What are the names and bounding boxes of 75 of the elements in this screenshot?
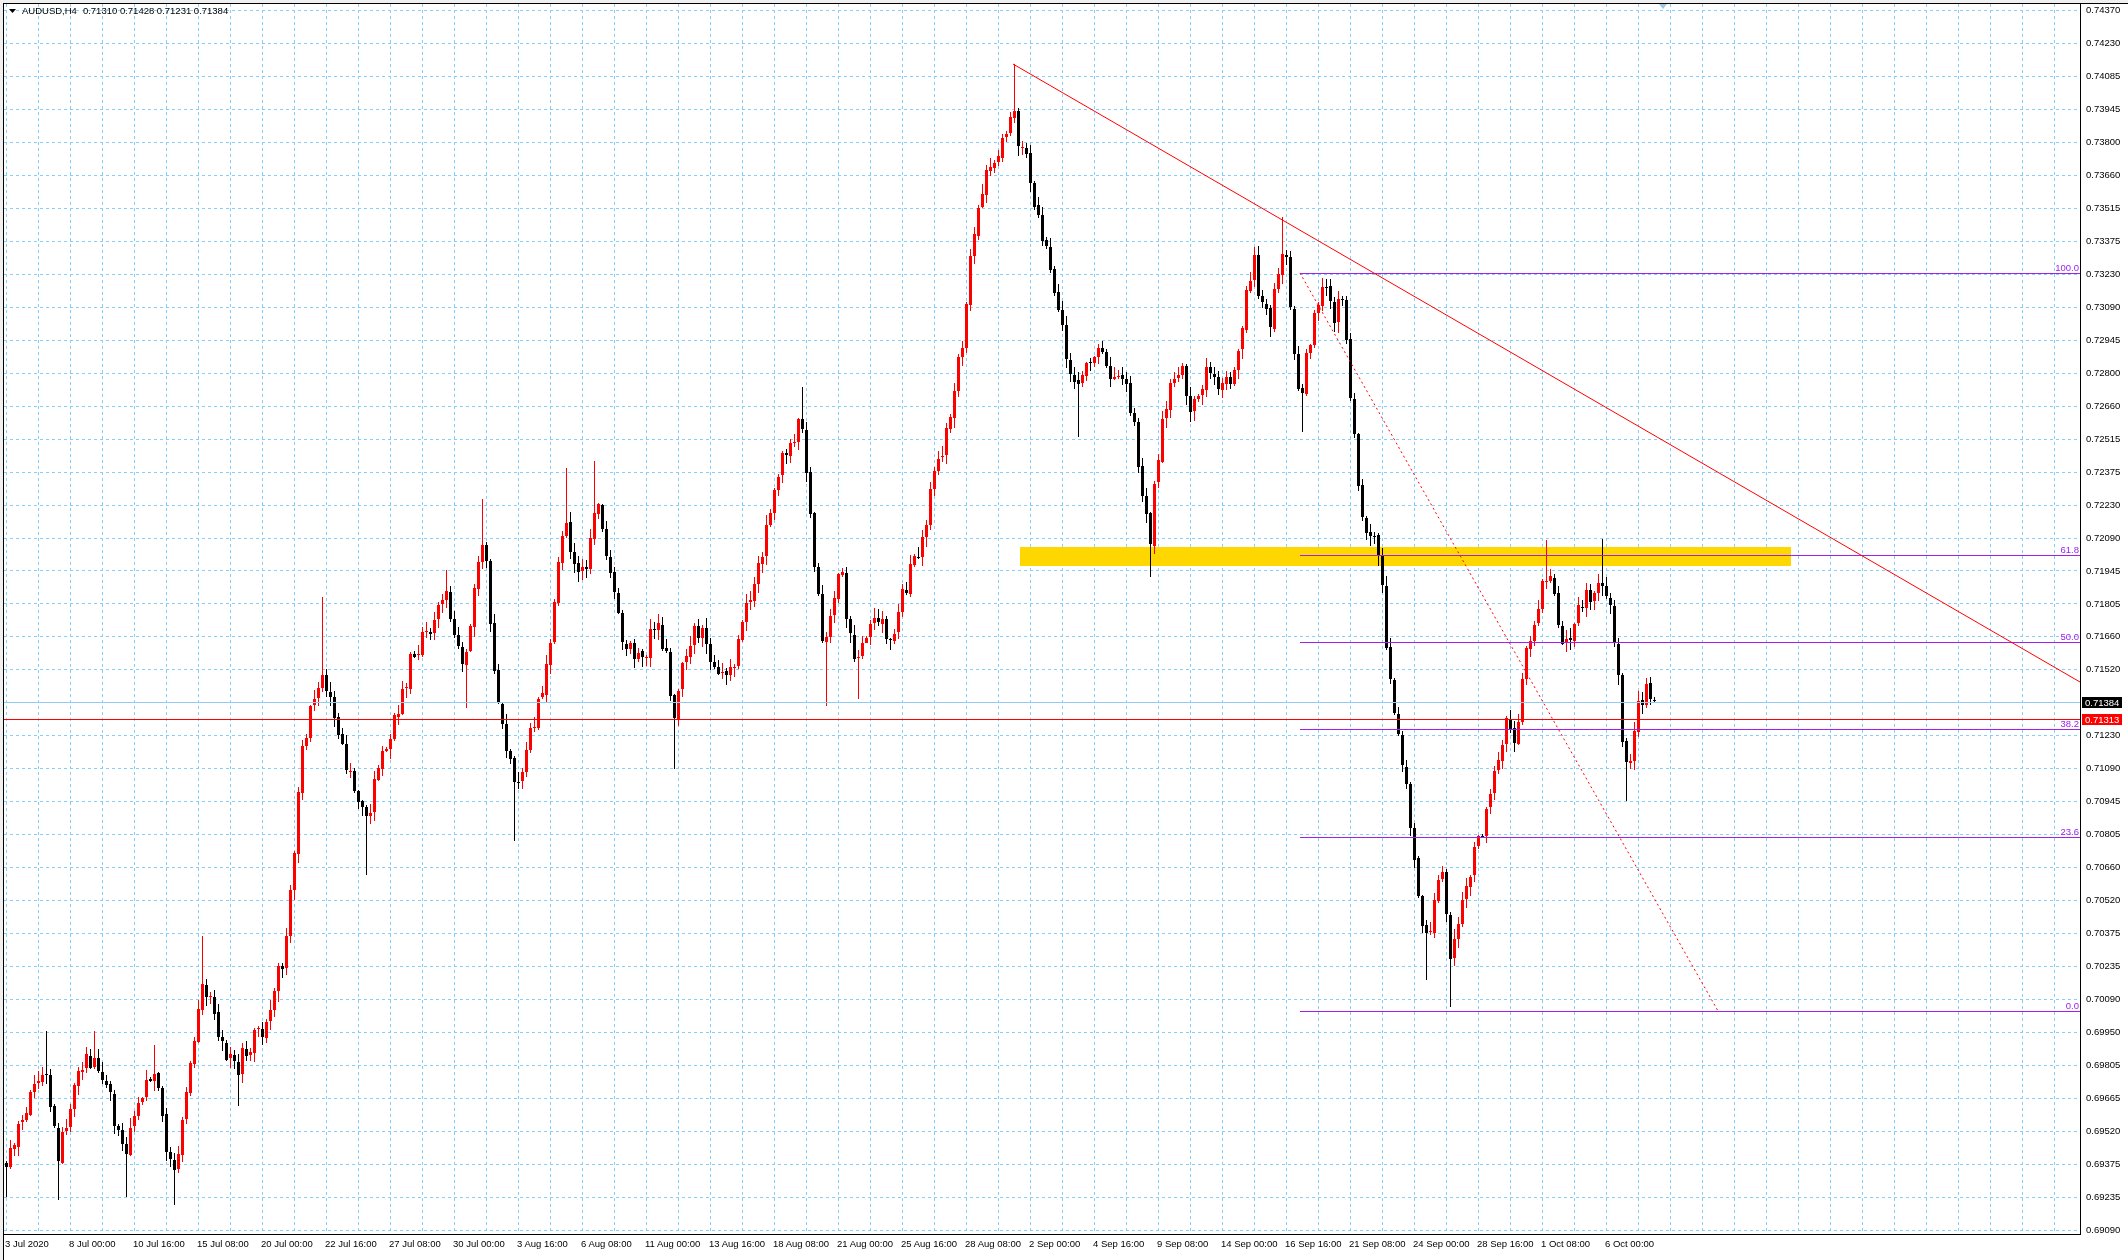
price-axis-label: 0.73230 (2086, 267, 2121, 280)
price-axis-label: 0.69235 (2086, 1190, 2121, 1203)
price-axis-label: 0.74370 (2086, 4, 2121, 16)
time-axis-label: 20 Jul 00:00 (261, 1238, 313, 1250)
price-axis-label: 0.73375 (2086, 234, 2121, 247)
price-axis-label: 0.70520 (2086, 894, 2121, 907)
time-axis-label: 9 Sep 08:00 (1157, 1238, 1209, 1250)
price-axis-label: 0.73515 (2086, 201, 2121, 214)
fibonacci-level-label: 0.0 (2065, 1000, 2079, 1011)
time-axis-label: 1 Oct 08:00 (1541, 1238, 1591, 1250)
price-axis-label: 0.70090 (2086, 993, 2121, 1006)
time-axis-label: 30 Jul 00:00 (453, 1238, 505, 1250)
price-axis-label: 0.69805 (2086, 1059, 2121, 1071)
time-axis-label: 3 Aug 16:00 (517, 1238, 568, 1250)
time-axis-label: 28 Sep 16:00 (1477, 1238, 1534, 1250)
price-axis-label: 0.69950 (2086, 1026, 2121, 1039)
fibonacci-level-label: 100.0 (2055, 262, 2079, 273)
time-axis-label: 10 Jul 16:00 (133, 1238, 185, 1250)
ohlc-values: 0.71310 0.71428 0.71231 0.71384 (82, 5, 229, 16)
caret-icon[interactable] (9, 8, 16, 13)
price-axis-label: 0.69375 (2086, 1158, 2121, 1170)
time-axis-label: 11 Aug 00:00 (645, 1238, 701, 1250)
price-axis-label: 0.72375 (2086, 465, 2121, 478)
price-axis-label: 0.72090 (2086, 531, 2121, 544)
fibonacci-level-label: 50.0 (2060, 631, 2079, 642)
time-axis-label: 13 Aug 16:00 (709, 1238, 765, 1250)
price-axis-label: 0.71090 (2086, 762, 2121, 775)
time-axis-label: 28 Aug 08:00 (965, 1238, 1021, 1250)
chart-shift-marker-icon[interactable] (1659, 4, 1667, 9)
time-axis-label: 3 Jul 2020 (5, 1238, 49, 1250)
time-axis-label: 8 Jul 00:00 (69, 1238, 116, 1250)
time-axis-label: 25 Aug 16:00 (901, 1238, 957, 1250)
price-axis-label: 0.69090 (2086, 1223, 2121, 1236)
price-axis-label: 0.73945 (2086, 102, 2121, 115)
price-axis-label: 0.70375 (2086, 927, 2121, 940)
price-axis-label: 0.73090 (2086, 300, 2121, 313)
fibonacci-level-label: 23.6 (2060, 826, 2079, 837)
symbol-label: AUDUSD,H4 (22, 5, 77, 16)
time-axis-label: 6 Oct 00:00 (1605, 1238, 1655, 1250)
price-axis-label: 0.72945 (2086, 333, 2121, 346)
price-axis-label: 0.70235 (2086, 960, 2121, 973)
time-axis-label: 2 Sep 00:00 (1029, 1238, 1081, 1250)
price-axis-label: 0.71945 (2086, 564, 2121, 577)
price-axis-label: 0.73800 (2086, 135, 2121, 148)
price-axis-label: 0.70945 (2086, 795, 2121, 808)
price-axis-label: 0.72660 (2086, 399, 2121, 412)
price-axis-label: 0.71805 (2086, 597, 2121, 610)
price-axis-label: 0.71660 (2086, 630, 2121, 643)
price-axis-label: 0.74085 (2086, 69, 2121, 82)
price-axis-label: 0.72515 (2086, 432, 2121, 445)
fibonacci-level-label: 38.2 (2060, 718, 2079, 729)
time-axis-label: 27 Jul 08:00 (389, 1238, 441, 1250)
bid-price-tag: 0.71384 (2082, 697, 2123, 709)
price-axis-label: 0.73660 (2086, 168, 2121, 181)
price-axis-label: 0.70805 (2086, 828, 2121, 841)
time-axis-label: 6 Aug 08:00 (581, 1238, 632, 1250)
price-axis-label: 0.72800 (2086, 366, 2121, 379)
time-axis-label: 4 Sep 16:00 (1093, 1238, 1145, 1250)
price-axis-label: 0.71520 (2086, 663, 2121, 676)
price-axis-label: 0.70660 (2086, 861, 2121, 874)
price-axis-label: 0.72230 (2086, 498, 2121, 511)
time-axis-label: 18 Aug 08:00 (773, 1238, 829, 1250)
fibonacci-level-label: 61.8 (2060, 544, 2079, 555)
time-axis-label: 22 Jul 16:00 (325, 1238, 377, 1250)
time-axis-label: 24 Sep 00:00 (1413, 1238, 1470, 1250)
price-axis-label: 0.69665 (2086, 1092, 2121, 1104)
price-axis-label: 0.71230 (2086, 729, 2121, 742)
price-axis-label: 0.69520 (2086, 1125, 2121, 1137)
time-axis-label: 15 Jul 08:00 (197, 1238, 249, 1250)
time-axis-label: 16 Sep 16:00 (1285, 1238, 1342, 1250)
price-axis-label: 0.74230 (2086, 37, 2121, 49)
time-axis-label: 14 Sep 00:00 (1221, 1238, 1278, 1250)
price-line-tag: 0.71313 (2082, 714, 2123, 725)
time-axis-label: 21 Sep 08:00 (1349, 1238, 1406, 1250)
time-axis-label: 21 Aug 00:00 (837, 1238, 893, 1250)
